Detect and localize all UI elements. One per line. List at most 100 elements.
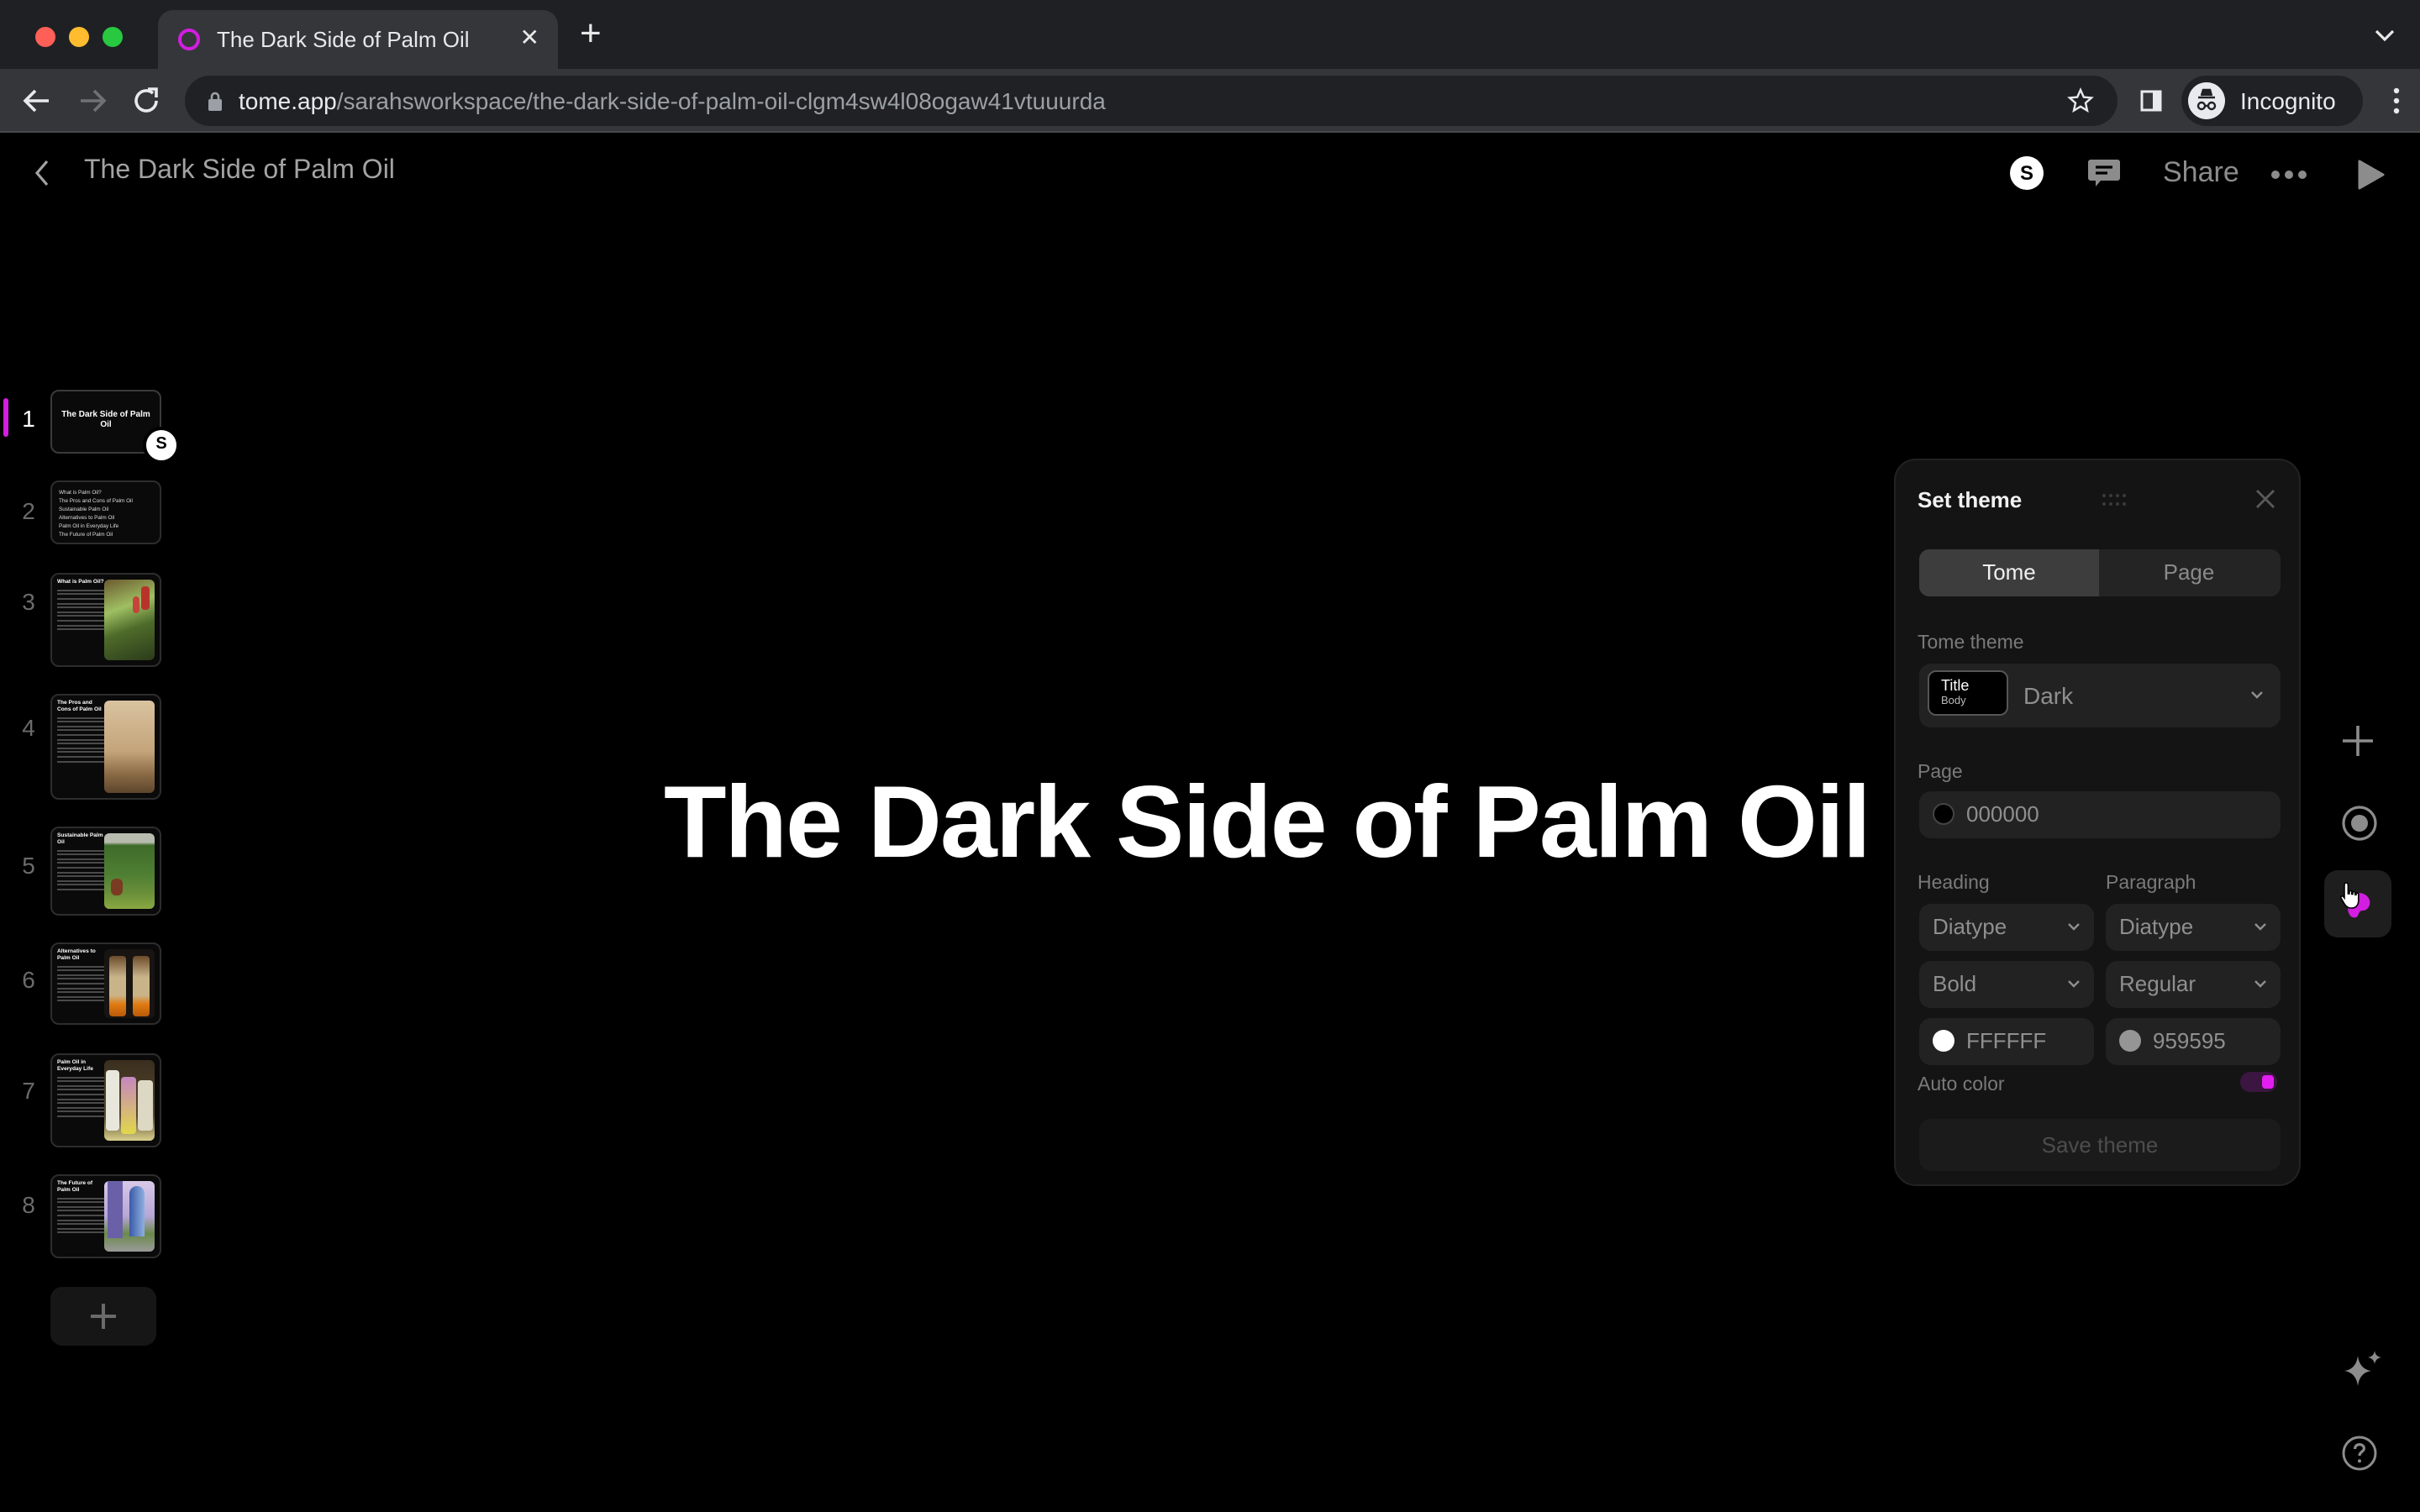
page-thumbnail-7[interactable]: Palm Oil in Everyday Life [50, 1053, 161, 1147]
theme-value: Dark [2023, 682, 2074, 709]
reload-icon[interactable] [128, 82, 165, 119]
tab-tome[interactable]: Tome [1919, 549, 2099, 596]
page-collaborator-avatar: S [143, 427, 180, 464]
toc-item: Palm Oil in Everyday Life [59, 522, 119, 529]
more-options-icon[interactable] [2270, 170, 2307, 180]
theme-scope-segmented-control: Tome Page [1919, 549, 2281, 596]
record-icon[interactable] [2341, 805, 2378, 842]
page-thumbnail-3[interactable]: What is Palm Oil? [50, 573, 161, 667]
save-theme-button[interactable]: Save theme [1919, 1119, 2281, 1171]
incognito-icon [2188, 82, 2225, 119]
page-thumbnail-4[interactable]: The Pros and Cons of Palm Oil [50, 694, 161, 800]
tab-close-icon[interactable]: ✕ [520, 24, 539, 50]
side-panel-icon[interactable] [2139, 89, 2163, 113]
auto-color-label: Auto color [1918, 1075, 2005, 1095]
thumbnail-text: The Future of Palm Oil [57, 1179, 106, 1236]
page-color-input[interactable]: 000000 [1919, 791, 2281, 838]
new-tab-button[interactable]: + [580, 14, 602, 52]
forward-arrow-icon[interactable] [74, 82, 111, 119]
paragraph-weight-select[interactable]: Regular [2106, 961, 2281, 1008]
chevron-down-icon [2254, 980, 2266, 988]
paragraph-font-value: Diatype [2119, 914, 2194, 939]
paragraph-font-select[interactable]: Diatype [2106, 904, 2281, 951]
back-arrow-icon[interactable] [18, 82, 55, 119]
theme-tool-button[interactable] [2324, 870, 2391, 937]
chevron-down-icon [2251, 691, 2263, 699]
chevron-down-icon [2068, 980, 2080, 988]
page-color-value: 000000 [1966, 801, 2039, 827]
thumbnail-text: What is Palm Oil? [57, 578, 106, 633]
set-theme-panel: Set theme Tome Page Tome theme Title Bod… [1894, 459, 2301, 1186]
present-play-icon[interactable] [2356, 158, 2386, 192]
panel-title: Set theme [1918, 487, 2023, 512]
toc-item: The Pros and Cons of Palm Oil [59, 496, 133, 504]
plus-icon [91, 1304, 116, 1329]
thumbnail-image-future-city [104, 1181, 155, 1252]
heading-font-value: Diatype [1933, 914, 2007, 939]
window-close-button[interactable] [35, 27, 55, 47]
page-thumbnail-5[interactable]: Sustainable Palm Oil [50, 827, 161, 916]
url-path: /sarahsworkspace/the-dark-side-of-palm-o… [336, 87, 1106, 114]
thumbnail-image-oil-bottles [104, 949, 155, 1018]
chevron-down-icon [2068, 923, 2080, 931]
page-thumbnail-8[interactable]: The Future of Palm Oil [50, 1174, 161, 1258]
window-zoom-button[interactable] [103, 27, 123, 47]
heading-color-swatch[interactable] [1933, 1030, 1954, 1052]
incognito-profile-button[interactable]: Incognito [2181, 76, 2363, 126]
bookmark-star-icon[interactable] [2067, 87, 2094, 114]
drag-handle-icon[interactable] [2101, 492, 2128, 507]
thumbnail-title: Alternatives to Palm Oil [57, 948, 96, 961]
paragraph-label: Paragraph [2106, 874, 2196, 894]
page-number: 1 [22, 405, 35, 432]
thumbnail-title: The Dark Side of Palm Oil [61, 410, 150, 429]
thumbnail-image-product-cans [104, 1060, 155, 1141]
heading-label: Heading [1918, 874, 1990, 894]
page-thumbnail-2[interactable]: What is Palm Oil? The Pros and Cons of P… [50, 480, 161, 544]
tab-search-chevron-icon[interactable] [2373, 24, 2396, 47]
heading-color-input[interactable]: FFFFFF [1919, 1018, 2094, 1065]
paragraph-color-swatch[interactable] [2119, 1030, 2141, 1052]
thumbnail-image-plantation [104, 833, 155, 909]
browser-toolbar: tome.app/sarahsworkspace/the-dark-side-o… [0, 69, 2420, 133]
thumbnail-image-rainforest [104, 580, 155, 660]
toc-item: What is Palm Oil? [59, 489, 102, 496]
share-button[interactable]: Share [2163, 156, 2239, 190]
page-number: 6 [22, 966, 35, 993]
help-question-icon[interactable] [2341, 1435, 2378, 1472]
document-title[interactable]: The Dark Side of Palm Oil [84, 156, 395, 186]
add-tile-plus-icon[interactable] [2341, 724, 2375, 758]
comment-icon[interactable] [2086, 155, 2123, 192]
paragraph-color-input[interactable]: 959595 [2106, 1018, 2281, 1065]
toc-item: Sustainable Palm Oil [59, 505, 109, 512]
user-avatar[interactable]: S [2010, 156, 2044, 190]
page-thumbnail-6[interactable]: Alternatives to Palm Oil [50, 942, 161, 1025]
window-minimize-button[interactable] [69, 27, 89, 47]
ai-sparkle-icon[interactable] [2339, 1349, 2386, 1393]
page-title-heading[interactable]: The Dark Side of Palm Oil [664, 763, 1871, 880]
thumbnail-image-hazy-landscape [104, 701, 155, 793]
page-number: 8 [22, 1191, 35, 1218]
theme-preview-swatch: Title Body [1928, 670, 2008, 716]
close-icon[interactable] [2255, 489, 2275, 509]
heading-weight-select[interactable]: Bold [1919, 961, 2094, 1008]
incognito-label: Incognito [2240, 87, 2336, 114]
tab-page[interactable]: Page [2099, 549, 2279, 596]
toc-item: Alternatives to Palm Oil [59, 513, 115, 521]
toggle-knob [2262, 1075, 2274, 1089]
browser-tab-active[interactable]: The Dark Side of Palm Oil ✕ [158, 10, 558, 69]
toc-item: The Future of Palm Oil [59, 530, 113, 538]
thumbnail-title: Palm Oil in Everyday Life [57, 1058, 93, 1072]
paragraph-color-value: 959595 [2153, 1028, 2226, 1053]
page-color-swatch[interactable] [1933, 803, 1954, 825]
thumbnail-title: Sustainable Palm Oil [57, 832, 103, 845]
back-chevron-icon[interactable] [30, 156, 54, 190]
heading-font-select[interactable]: Diatype [1919, 904, 2094, 951]
url-text[interactable]: tome.app/sarahsworkspace/the-dark-side-o… [239, 87, 1106, 114]
browser-menu-icon[interactable] [2393, 86, 2400, 116]
add-page-button[interactable] [50, 1287, 156, 1346]
swatch-title: Title [1941, 677, 1970, 694]
heading-weight-value: Bold [1933, 971, 1977, 996]
auto-color-toggle[interactable] [2240, 1072, 2277, 1092]
address-bar[interactable]: tome.app/sarahsworkspace/the-dark-side-o… [185, 76, 2118, 126]
tome-theme-select[interactable]: Title Body Dark [1919, 664, 2281, 727]
